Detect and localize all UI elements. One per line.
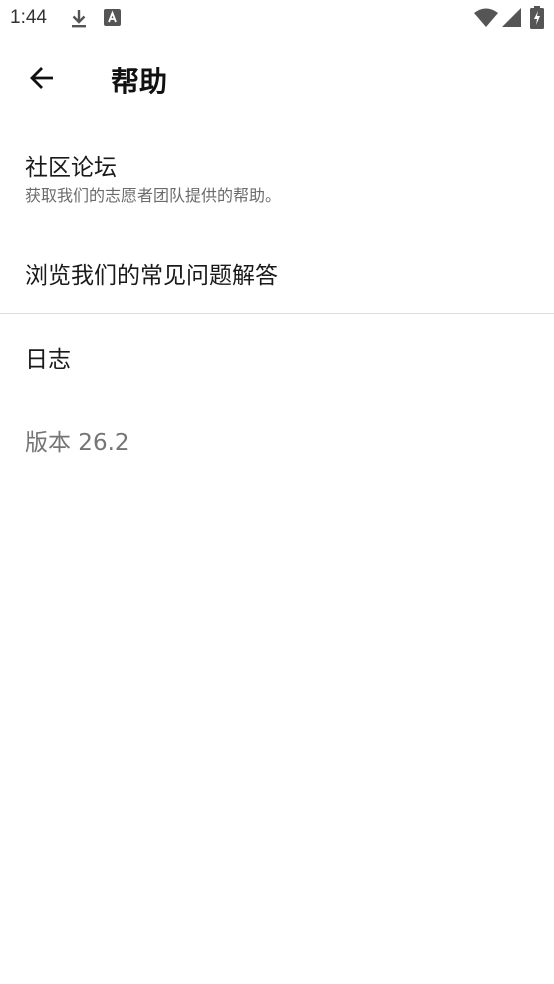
arrow-back-icon: [29, 65, 55, 95]
faq-title: 浏览我们的常见问题解答: [25, 263, 278, 289]
status-bar: 1:44: [0, 0, 554, 36]
logs-item[interactable]: 日志: [0, 318, 554, 398]
version-label: 版本 26.2: [25, 430, 130, 456]
logs-title: 日志: [25, 347, 71, 373]
divider: [0, 313, 554, 314]
app-bar: 帮助: [0, 46, 554, 114]
community-forum-subtitle: 获取我们的志愿者团队提供的帮助。: [25, 186, 282, 205]
battery-charging-icon: [530, 6, 544, 33]
community-forum-title: 社区论坛: [25, 155, 117, 181]
community-forum-item[interactable]: 社区论坛 获取我们的志愿者团队提供的帮助。: [0, 130, 554, 224]
page-title: 帮助: [111, 65, 168, 98]
app-notification-icon: [104, 9, 121, 30]
status-time: 1:44: [10, 7, 47, 28]
back-button[interactable]: [20, 58, 64, 102]
wifi-icon: [474, 8, 498, 32]
signal-icon: [502, 8, 521, 31]
download-icon: [70, 9, 88, 33]
faq-item[interactable]: 浏览我们的常见问题解答: [0, 232, 554, 312]
